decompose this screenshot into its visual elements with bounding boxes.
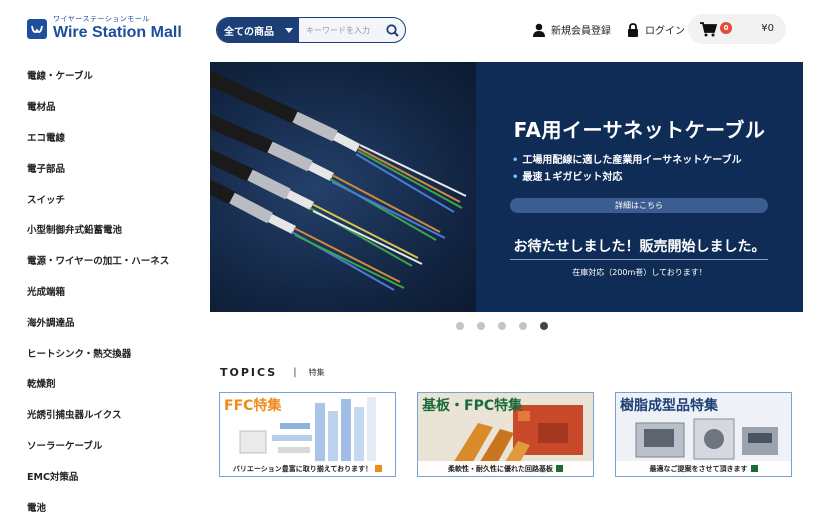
category-sidebar: 電線・ケーブル 電材品 エコ電線 電子部品 スイッチ 小型制御弁式鉛蓄電池 電源… — [27, 60, 197, 522]
user-icon — [533, 23, 545, 37]
topic-card-ffc-title: FFC特集 — [224, 398, 282, 414]
sidebar-item-desiccant[interactable]: 乾燥剤 — [27, 368, 197, 399]
search-input[interactable] — [299, 18, 379, 42]
banner-bullets: • 工場用配線に適した産業用イーサネットケーブル • 最速１ギガビット対応 — [512, 152, 742, 186]
search-icon — [385, 23, 399, 37]
sidebar-item-optical-termination-box[interactable]: 光成端箱 — [27, 276, 197, 307]
hero-banner[interactable]: FA用イーサネットケーブル • 工場用配線に適した産業用イーサネットケーブル • 最… — [210, 62, 803, 312]
topic-card-resin[interactable]: 樹脂成型品特集 最適なご提案をさせて頂きます — [615, 392, 792, 477]
sidebar-item-heatsink[interactable]: ヒートシンク・熱交換器 — [27, 337, 197, 368]
sidebar-item-electrical-materials[interactable]: 電材品 — [27, 91, 197, 122]
banner-stock-text: 在庫対応（200m巻）しております！ — [572, 268, 707, 277]
banner-detail-button[interactable]: 詳細はこちら — [510, 198, 768, 213]
topic-card-ffc-caption-text: バリエーション豊富に取り揃えております！ — [232, 464, 373, 473]
sidebar-item-eco-wire[interactable]: エコ電線 — [27, 122, 197, 153]
topic-card-fpc-title: 基板・FPC特集 — [422, 398, 523, 414]
search-category-label: 全ての商品 — [224, 26, 274, 38]
topic-card-ffc[interactable]: FFC特集 バリエーション豊富に取り揃えております！ — [219, 392, 396, 477]
sidebar-item-vrla-battery[interactable]: 小型制御弁式鉛蓄電池 — [27, 214, 197, 245]
register-link[interactable]: 新規会員登録 — [533, 22, 611, 37]
search-category-select[interactable]: 全ての商品 — [217, 18, 299, 42]
sidebar-item-switch[interactable]: スイッチ — [27, 183, 197, 214]
carousel-dot-3[interactable] — [498, 322, 506, 330]
sidebar-item-electronic-parts[interactable]: 電子部品 — [27, 152, 197, 183]
sidebar-item-wire-cable[interactable]: 電線・ケーブル — [27, 60, 197, 91]
sidebar-item-solar-cable[interactable]: ソーラーケーブル — [27, 430, 197, 461]
site-logo[interactable]: ワイヤーステーションモール Wire Station Mall — [27, 16, 182, 41]
sidebar-item-overseas-procurement[interactable]: 海外調達品 — [27, 306, 197, 337]
banner-title: FA用イーサネットケーブル — [513, 118, 766, 142]
carousel-dots — [456, 322, 561, 330]
register-label: 新規会員登録 — [551, 26, 611, 37]
banner-bullet-2: 最速１ギガビット対応 — [522, 172, 623, 183]
logo-name: Wire Station Mall — [53, 24, 182, 41]
topic-card-fpc-caption: 柔軟性・耐久性に優れた回路基板 — [418, 461, 593, 476]
topic-card-resin-title: 樹脂成型品特集 — [620, 398, 718, 414]
sidebar-item-battery[interactable]: 電池 — [27, 491, 197, 522]
topic-card-resin-caption-text: 最適なご提案をさせて頂きます — [649, 464, 748, 473]
topic-card-fpc-caption-text: 柔軟性・耐久性に優れた回路基板 — [448, 464, 553, 473]
bullet-icon: • — [512, 155, 519, 166]
lock-icon — [628, 22, 638, 37]
arrow-right-icon — [556, 465, 563, 472]
banner-divider — [510, 259, 768, 260]
topics-separator: | — [293, 367, 297, 378]
sidebar-item-emc[interactable]: EMC対策品 — [27, 460, 197, 491]
carousel-dot-2[interactable] — [477, 322, 485, 330]
cart-total: ¥0 — [761, 23, 774, 34]
login-link[interactable]: ログイン — [627, 22, 685, 37]
sidebar-item-harness[interactable]: 電源・ワイヤーの加工・ハーネス — [27, 245, 197, 276]
arrow-right-icon — [375, 465, 383, 472]
logo-mark-icon — [27, 18, 47, 39]
banner-text-panel: FA用イーサネットケーブル • 工場用配線に適した産業用イーサネットケーブル • 最… — [476, 62, 803, 312]
arrow-right-icon — [750, 465, 758, 472]
cable-product-image — [210, 62, 476, 312]
carousel-dot-1[interactable] — [456, 322, 464, 330]
carousel-dot-5[interactable] — [540, 322, 548, 330]
topic-card-resin-caption: 最適なご提案をさせて頂きます — [616, 461, 791, 476]
search-button[interactable] — [379, 18, 405, 42]
cart-button[interactable]: 0 ¥0 — [688, 14, 786, 44]
topics-header: TOPICS | 特集 — [220, 366, 325, 379]
cart-count-badge: 0 — [720, 22, 732, 34]
sidebar-item-insect-trap[interactable]: 光誘引捕虫器ルイクス — [27, 399, 197, 430]
logo-kana: ワイヤーステーションモール — [53, 15, 150, 23]
topics-title: TOPICS — [220, 366, 278, 379]
login-label: ログイン — [645, 26, 685, 37]
topic-card-ffc-caption: バリエーション豊富に取り揃えております！ — [220, 461, 395, 476]
cart-icon — [700, 21, 717, 36]
carousel-dot-4[interactable] — [519, 322, 527, 330]
chevron-down-icon — [285, 28, 293, 33]
topics-subtitle: 特集 — [308, 368, 325, 377]
bullet-icon: • — [512, 172, 519, 183]
topic-card-fpc[interactable]: 基板・FPC特集 柔軟性・耐久性に優れた回路基板 — [417, 392, 594, 477]
banner-sale-text: お待たせしました！販売開始しました。 — [513, 239, 766, 255]
banner-bullet-1: 工場用配線に適した産業用イーサネットケーブル — [522, 155, 742, 166]
search-bar: 全ての商品 — [216, 17, 406, 43]
